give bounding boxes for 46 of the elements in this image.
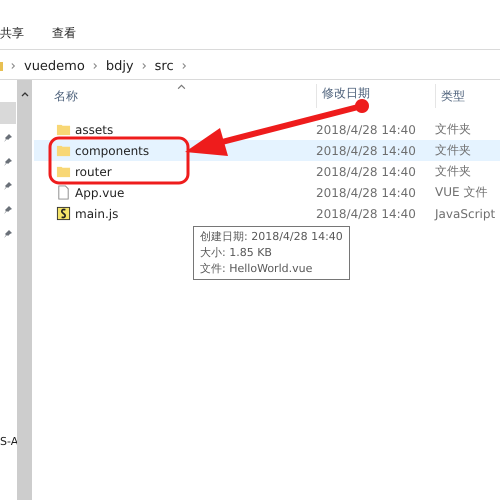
file-name: main.js	[75, 206, 118, 220]
chevron-icon	[142, 62, 147, 70]
column-header[interactable]: 名称	[34, 88, 316, 104]
file-type: 文件夹	[435, 122, 471, 136]
chevron-icon	[11, 62, 16, 70]
breadcrumb-item[interactable]: bdjy	[106, 58, 134, 74]
modified-date: 2018/4/28 14:40	[316, 144, 416, 158]
pin-icon[interactable]	[3, 229, 13, 239]
column-header[interactable]: 类型	[435, 84, 500, 108]
file-row[interactable]: App.vue 2018/4/28 14:40 VUE 文件	[34, 182, 500, 203]
breadcrumb-item[interactable]: vuedemo	[24, 58, 85, 74]
file-name: components	[75, 144, 150, 158]
file-name: assets	[75, 122, 114, 136]
script-file-icon	[56, 206, 71, 221]
sort-caret-icon	[177, 84, 186, 90]
nav-label[interactable]: S-A	[0, 435, 18, 448]
file-row[interactable]: assets 2018/4/28 14:40 文件夹	[34, 119, 500, 140]
pin-icon[interactable]	[3, 181, 13, 191]
pin-icon[interactable]	[3, 157, 13, 167]
file-row[interactable]: main.js 2018/4/28 14:40 JavaScript	[34, 203, 500, 224]
file-name: router	[75, 164, 112, 178]
address-bar[interactable]: vuedemo bdjy src	[0, 53, 500, 80]
modified-date: 2018/4/28 14:40	[316, 122, 416, 136]
modified-date: 2018/4/28 14:40	[316, 164, 416, 178]
chevron-icon	[182, 62, 187, 70]
ribbon-tab[interactable]: 查看	[52, 25, 76, 42]
scrollbar[interactable]	[17, 80, 32, 500]
scroll-up-icon[interactable]	[21, 92, 29, 97]
file-row[interactable]: components 2018/4/28 14:40 文件夹	[34, 140, 500, 161]
file-name: App.vue	[75, 186, 124, 200]
file-type: 文件夹	[435, 143, 471, 157]
file-type: VUE 文件	[435, 185, 488, 199]
tooltip-text: 文件: HelloWorld.vue	[200, 261, 314, 277]
breadcrumb-item[interactable]: src	[154, 58, 174, 74]
file-type: JavaScript	[435, 206, 496, 220]
chevron-icon	[92, 62, 98, 70]
pin-icon[interactable]	[3, 205, 13, 215]
modified-date: 2018/4/28 14:40	[316, 186, 416, 200]
tooltip-text: 大小: 1.85 KB	[200, 245, 273, 261]
modified-date: 2018/4/28 14:40	[316, 206, 416, 220]
file-icon	[56, 185, 71, 200]
file-type: 文件夹	[435, 164, 471, 178]
tooltip-text: 创建日期: 2018/4/28 14:40	[200, 229, 343, 245]
pin-icon[interactable]	[3, 133, 13, 143]
ribbon-tab[interactable]: 共享	[0, 25, 24, 42]
file-row[interactable]: router 2018/4/28 14:40 文件夹	[34, 161, 500, 182]
